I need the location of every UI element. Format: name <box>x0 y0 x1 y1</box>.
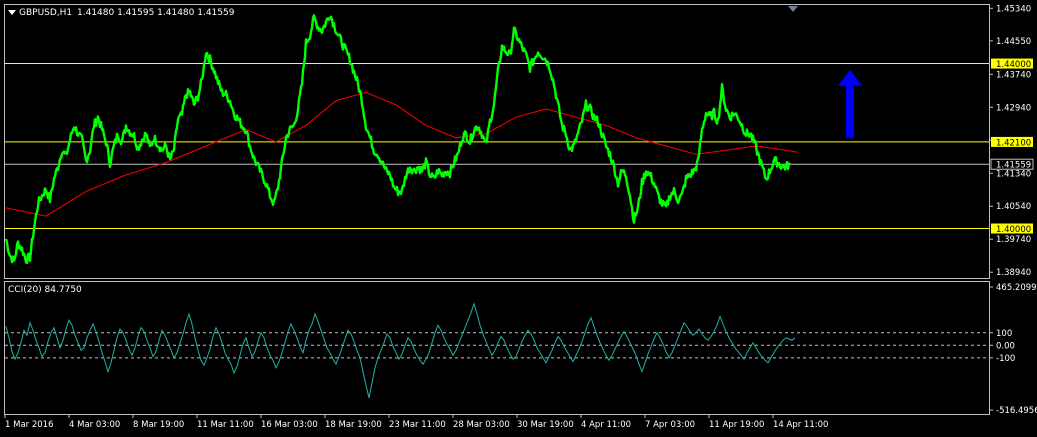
time-axis-label: 7 Apr 03:00 <box>645 420 695 430</box>
time-axis-label: 1 Mar 2016 <box>5 420 53 430</box>
price-axis-label: 1.42940 <box>996 103 1031 113</box>
time-axis: 1 Mar 2016 4 Mar 03:00 8 Mar 19:00 11 Mar 1… <box>4 414 828 430</box>
price-axis-label: 1.45340 <box>996 4 1031 14</box>
price-axis-label: 1.39740 <box>996 235 1031 245</box>
cci-title: CCI(20) 84.7750 <box>8 285 82 295</box>
level-label: 1.42100 <box>996 138 1031 148</box>
time-axis-label: 11 Apr 19:00 <box>709 420 764 430</box>
cci-panel: CCI(20) 84.7750 <box>4 281 990 415</box>
ohlc-values: 1.41480 1.41595 1.41480 1.41559 <box>77 8 235 18</box>
time-axis-label: 8 Mar 19:00 <box>133 420 184 430</box>
symbol-name: GBPUSD,H1 <box>19 8 72 18</box>
time-axis-label: 28 Mar 03:00 <box>453 420 510 430</box>
chart-window: GBPUSD,H1 1.41480 1.41595 1.41480 1.4155… <box>4 4 1037 430</box>
price-axis-label: 1.44550 <box>996 37 1031 47</box>
cci-axis-label: 100 <box>996 329 1012 339</box>
time-axis-label: 30 Mar 19:00 <box>517 420 574 430</box>
price-axis: 1.453401.445501.437401.429401.421401.413… <box>989 4 1034 278</box>
cci-axis-label: 465.2099 <box>996 283 1037 293</box>
level-label: 1.40000 <box>996 225 1031 235</box>
cci-axis-label: -516.4956 <box>996 406 1037 416</box>
arrow-shaft <box>846 83 854 138</box>
price-axis-label: 1.40540 <box>996 202 1031 212</box>
symbol-header[interactable]: GBPUSD,H1 1.41480 1.41595 1.41480 1.4155… <box>8 8 235 18</box>
level-label: 1.44000 <box>996 60 1031 70</box>
price-axis-label: 1.43740 <box>996 70 1031 80</box>
time-axis-label: 4 Mar 03:00 <box>69 420 120 430</box>
time-axis-label: 11 Mar 11:00 <box>197 420 254 430</box>
cci-panel-frame <box>4 281 990 415</box>
current-price-label: 1.41559 <box>996 161 1031 171</box>
price-panel: GBPUSD,H1 1.41480 1.41595 1.41480 1.4155… <box>4 4 990 279</box>
cci-axis-label: -100 <box>996 354 1015 364</box>
time-axis-label: 14 Apr 11:00 <box>773 420 828 430</box>
time-axis-label: 23 Mar 11:00 <box>389 420 446 430</box>
price-axis-label: 1.38940 <box>996 268 1031 278</box>
price-axis-label: 1.41340 <box>996 169 1031 179</box>
cci-axis-label: 0.00 <box>996 341 1015 351</box>
time-axis-label: 16 Mar 03:00 <box>261 420 318 430</box>
time-axis-label: 18 Mar 19:00 <box>325 420 382 430</box>
time-axis-label: 4 Apr 11:00 <box>581 420 631 430</box>
cci-axis: 465.2099 100 0.00 -100 -516.4956 <box>989 283 1037 416</box>
